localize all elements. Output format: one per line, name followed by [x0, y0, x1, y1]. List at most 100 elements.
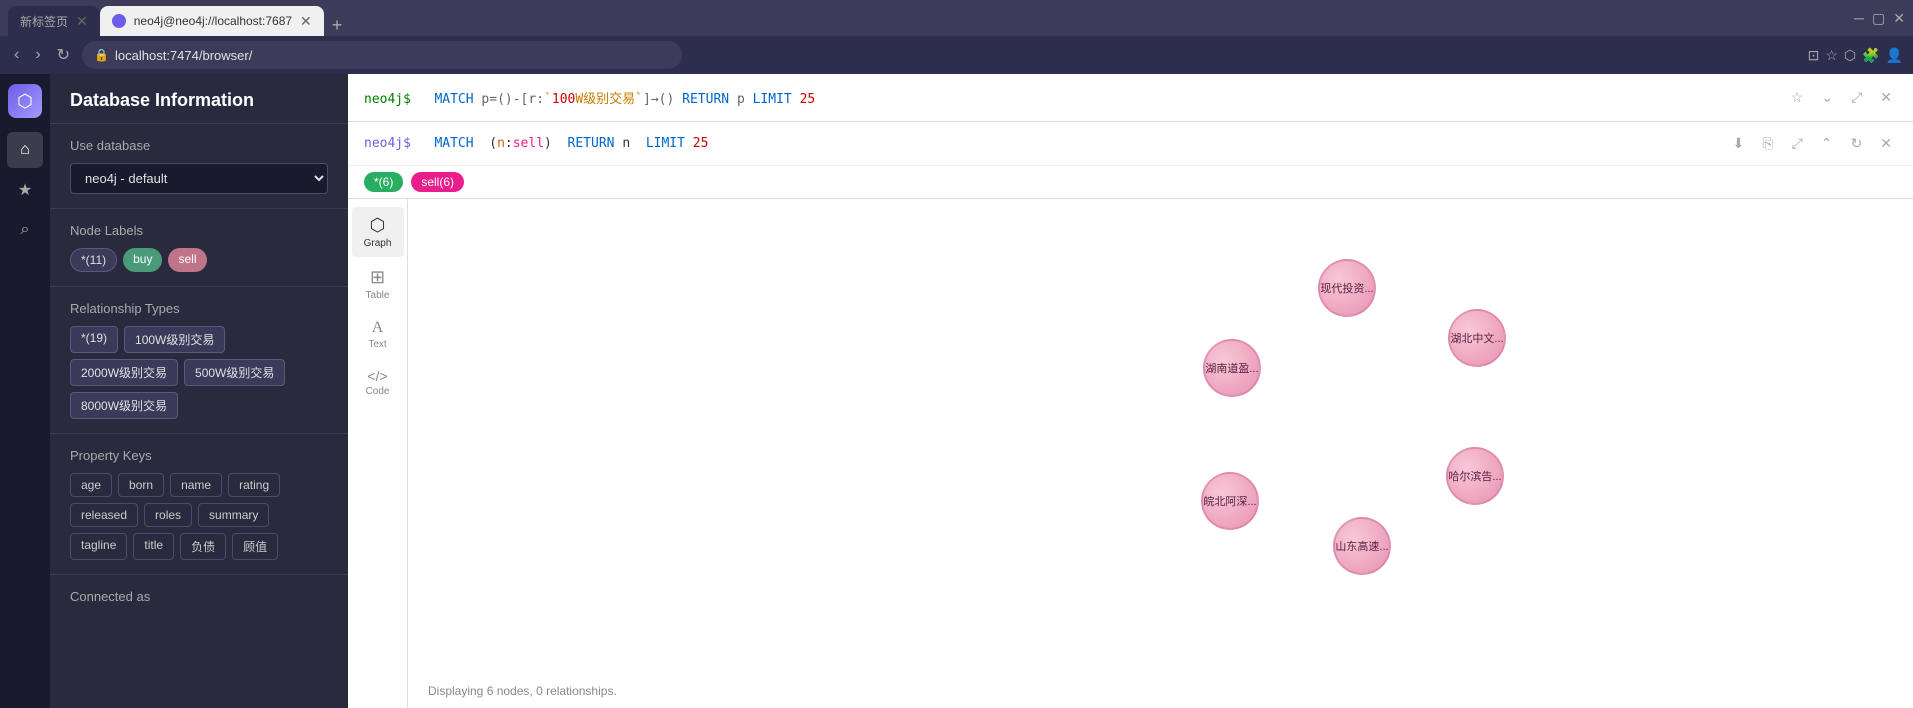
prop-guzhi[interactable]: 顾值 [232, 533, 278, 560]
tab-neo4j[interactable]: neo4j@neo4j://localhost:7687 ✕ [100, 6, 324, 36]
status-text: Displaying 6 nodes, 0 relationships. [428, 684, 617, 698]
minimize-btn[interactable]: ─ [1854, 10, 1864, 26]
graph-node-2[interactable]: 湖北中文... [1448, 309, 1506, 367]
database-select[interactable]: neo4j - default [70, 163, 328, 194]
query-toolbar-actions: ⬇ ⎘ ⤢ ⌃ ↻ ✕ [1728, 132, 1897, 155]
code-view-label: Code [366, 386, 390, 397]
graph-node-5[interactable]: 皖北阿深... [1201, 472, 1259, 530]
node-label-1: 现代投资... [1320, 280, 1373, 296]
relationship-chips: *(19) 100W级别交易 2000W级别交易 500W级别交易 8000W级… [70, 326, 328, 419]
rel-chip-8000w[interactable]: 8000W级别交易 [70, 392, 178, 419]
node-label-5: 皖北阿深... [1203, 493, 1256, 509]
tab-close-btn[interactable]: ✕ [300, 14, 312, 28]
match-kw: MATCH [434, 136, 473, 151]
rel-chip-all[interactable]: *(19) [70, 326, 118, 353]
favorites-icon[interactable]: ★ [7, 172, 43, 208]
collapse-btn[interactable]: ⌃ [1816, 132, 1838, 155]
forward-button[interactable]: › [31, 42, 44, 68]
result-badge-sell[interactable]: sell(6) [411, 172, 464, 192]
url-text: localhost:7474/browser/ [115, 48, 252, 63]
close-result-btn[interactable]: ✕ [1875, 132, 1897, 155]
tab-label: neo4j@neo4j://localhost:7687 [134, 14, 292, 28]
prop-fuzhai[interactable]: 负债 [180, 533, 226, 560]
back-button[interactable]: ‹ [10, 42, 23, 68]
query-prompt-1: neo4j$ [364, 92, 411, 107]
expand-query-btn[interactable]: ⌄ [1816, 86, 1838, 109]
url-bar: 🔒 localhost:7474/browser/ [82, 41, 682, 69]
query-actions-1: ☆ ⌄ ⤢ ✕ [1786, 86, 1897, 109]
use-database-label: Use database [70, 138, 328, 153]
prop-tagline[interactable]: tagline [70, 533, 127, 560]
neo4j-icon[interactable]: ⬡ [1844, 47, 1856, 64]
translate-icon[interactable]: ⊡ [1808, 47, 1820, 64]
view-item-code[interactable]: </> Code [352, 360, 404, 405]
node-labels-title: Node Labels [70, 223, 328, 238]
node-label-chips: *(11) buy sell [70, 248, 328, 272]
view-item-text[interactable]: A Text [352, 311, 404, 358]
node-label-6: 山东高速... [1335, 538, 1388, 554]
rel-chip-100w[interactable]: 100W级别交易 [124, 326, 225, 353]
graph-node-3[interactable]: 湖南道盈... [1203, 339, 1261, 397]
prop-roles[interactable]: roles [144, 503, 192, 527]
node-label-4: 哈尔滨告... [1448, 468, 1501, 484]
node-label-3: 湖南道盈... [1205, 360, 1258, 376]
view-selector: ⬡ Graph ⊞ Table A Text </> Code [348, 199, 408, 708]
refresh-button[interactable]: ↻ [53, 41, 74, 69]
refresh-btn[interactable]: ↻ [1846, 132, 1868, 155]
chip-sell[interactable]: sell [168, 248, 206, 272]
database-sidebar: Database Information Use database neo4j … [50, 74, 348, 708]
rel-chip-2000w[interactable]: 2000W级别交易 [70, 359, 178, 386]
graph-view-label: Graph [364, 238, 392, 249]
main-content: neo4j$ MATCH p=()-[r:`100W级别交易`]→() RETU… [348, 74, 1913, 708]
view-item-table[interactable]: ⊞ Table [352, 259, 404, 309]
close-query-btn[interactable]: ✕ [1875, 86, 1897, 109]
tab-newtab[interactable]: 新标签页 ✕ [8, 6, 100, 36]
text-view-icon: A [372, 319, 384, 337]
graph-node-6[interactable]: 山东高速... [1333, 517, 1391, 575]
node-label-2: 湖北中文... [1450, 330, 1503, 346]
view-item-graph[interactable]: ⬡ Graph [352, 207, 404, 257]
share-btn[interactable]: ⎘ [1757, 132, 1778, 155]
graph-node-4[interactable]: 哈尔滨告... [1446, 447, 1504, 505]
new-tab-button[interactable]: + [324, 15, 351, 36]
fullscreen-btn[interactable]: ⤢ [1787, 132, 1808, 155]
search-icon[interactable]: ⌕ [7, 212, 43, 248]
result-badge-bar: *(6) sell(6) [348, 166, 1913, 198]
sidebar-title: Database Information [50, 74, 348, 124]
chip-all[interactable]: *(11) [70, 248, 117, 272]
prop-name[interactable]: name [170, 473, 222, 497]
query-editor-2: neo4j$ MATCH (n:sell) RETURN n LIMIT 25 [364, 136, 708, 151]
connected-as-label: Connected as [70, 589, 150, 604]
tab-close-btn[interactable]: ✕ [76, 14, 88, 28]
table-view-label: Table [366, 290, 390, 301]
graph-node-1[interactable]: 现代投资... [1318, 259, 1376, 317]
favorite-query-btn[interactable]: ☆ [1786, 86, 1809, 109]
bookmark-icon[interactable]: ☆ [1825, 47, 1838, 64]
restore-btn[interactable]: ▢ [1872, 10, 1885, 27]
fullscreen-query-btn[interactable]: ⤢ [1846, 86, 1867, 109]
prop-released[interactable]: released [70, 503, 138, 527]
extensions-icon[interactable]: 🧩 [1862, 47, 1879, 64]
property-chips: age born name rating released roles summ… [70, 473, 328, 560]
use-database-section: Use database neo4j - default [50, 124, 348, 209]
prop-age[interactable]: age [70, 473, 112, 497]
neo4j-logo[interactable]: ⬡ [8, 84, 42, 118]
download-btn[interactable]: ⬇ [1728, 132, 1750, 155]
neo4j-favicon [112, 14, 126, 28]
prop-rating[interactable]: rating [228, 473, 280, 497]
rel-chip-500w[interactable]: 500W级别交易 [184, 359, 285, 386]
home-icon[interactable]: ⌂ [7, 132, 43, 168]
result-badge-all[interactable]: *(6) [364, 172, 403, 192]
prop-title[interactable]: title [133, 533, 174, 560]
graph-view-icon: ⬡ [370, 215, 386, 236]
relationship-types-title: Relationship Types [70, 301, 328, 316]
prop-summary[interactable]: summary [198, 503, 269, 527]
property-keys-title: Property Keys [70, 448, 328, 463]
property-keys-section: Property Keys age born name rating relea… [50, 434, 348, 575]
close-btn[interactable]: ✕ [1893, 10, 1905, 27]
profile-icon[interactable]: 👤 [1886, 47, 1903, 64]
chip-buy[interactable]: buy [123, 248, 162, 272]
prop-born[interactable]: born [118, 473, 164, 497]
view-panel: ⬡ Graph ⊞ Table A Text </> Code [348, 199, 1913, 708]
graph-canvas[interactable]: 现代投资... 湖北中文... 湖南道盈... 哈尔滨告... 皖北阿深... … [408, 199, 1913, 708]
